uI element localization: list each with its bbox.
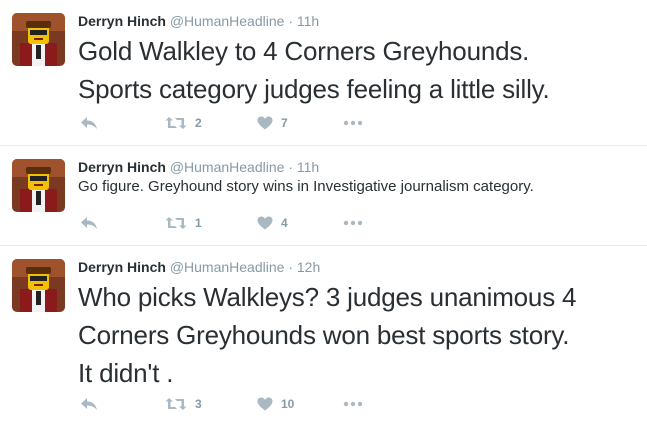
- retweet-icon: [165, 116, 187, 130]
- reply-icon: [80, 116, 98, 130]
- avatar[interactable]: [12, 13, 65, 66]
- timestamp[interactable]: 11h: [297, 13, 319, 29]
- more-button[interactable]: [343, 394, 363, 414]
- author-fullname[interactable]: Derryn Hinch: [78, 259, 166, 275]
- reply-button[interactable]: [80, 394, 98, 414]
- tweet-text: Gold Walkley to 4 Corners Greyhounds. Sp…: [78, 32, 550, 108]
- separator-dot: ·: [288, 159, 293, 175]
- like-count: 4: [281, 216, 288, 230]
- avatar[interactable]: [12, 159, 65, 212]
- author-screenname[interactable]: @HumanHeadline: [170, 159, 285, 175]
- author-screenname[interactable]: @HumanHeadline: [170, 13, 285, 29]
- retweet-count: 1: [195, 216, 202, 230]
- more-button[interactable]: [343, 113, 363, 133]
- like-button[interactable]: 10: [257, 394, 294, 414]
- tweet-text-line: Who picks Walkleys? 3 judges unanimous 4: [78, 282, 577, 312]
- more-icon: [343, 120, 363, 126]
- separator-dot: ·: [288, 13, 293, 29]
- tweet-actions: 3 10: [80, 394, 400, 414]
- tweet-text-line: Sports category judges feeling a little …: [78, 74, 550, 104]
- separator-dot: ·: [288, 259, 293, 275]
- heart-icon: [257, 116, 273, 130]
- tweet[interactable]: Derryn Hinch @HumanHeadline · 11h Gold W…: [0, 0, 647, 146]
- like-count: 10: [281, 397, 295, 411]
- tweet-text-line: Gold Walkley to 4 Corners Greyhounds.: [78, 36, 530, 66]
- tweet-text-line: Go figure. Greyhound story wins in Inves…: [78, 178, 534, 195]
- heart-icon: [257, 216, 273, 230]
- retweet-icon: [165, 216, 187, 230]
- tweet-text: Who picks Walkleys? 3 judges unanimous 4…: [78, 278, 576, 392]
- author-fullname[interactable]: Derryn Hinch: [78, 159, 166, 175]
- more-icon: [343, 401, 363, 407]
- retweet-button[interactable]: 3: [165, 394, 202, 414]
- tweet-header: Derryn Hinch @HumanHeadline · 12h: [78, 259, 320, 275]
- tweet[interactable]: Derryn Hinch @HumanHeadline · 12h Who pi…: [0, 246, 647, 427]
- like-button[interactable]: 7: [257, 113, 288, 133]
- avatar[interactable]: [12, 259, 65, 312]
- tweet-actions: 2 7: [80, 113, 400, 133]
- reply-icon: [80, 216, 98, 230]
- retweet-count: 2: [195, 116, 202, 130]
- retweet-button[interactable]: 1: [165, 213, 202, 233]
- tweet-text-line: It didn't .: [78, 358, 174, 388]
- author-screenname[interactable]: @HumanHeadline: [170, 259, 285, 275]
- tweet-text: Go figure. Greyhound story wins in Inves…: [78, 176, 534, 198]
- more-icon: [343, 220, 363, 226]
- timestamp[interactable]: 11h: [297, 159, 319, 175]
- like-button[interactable]: 4: [257, 213, 288, 233]
- more-button[interactable]: [343, 213, 363, 233]
- tweet-timeline: Derryn Hinch @HumanHeadline · 11h Gold W…: [0, 0, 647, 427]
- reply-icon: [80, 397, 98, 411]
- timestamp[interactable]: 12h: [297, 259, 320, 275]
- retweet-count: 3: [195, 397, 202, 411]
- reply-button[interactable]: [80, 213, 98, 233]
- author-fullname[interactable]: Derryn Hinch: [78, 13, 166, 29]
- retweet-button[interactable]: 2: [165, 113, 202, 133]
- tweet-text-line: Corners Greyhounds won best sports story…: [78, 320, 570, 350]
- tweet-header: Derryn Hinch @HumanHeadline · 11h: [78, 13, 319, 29]
- tweet[interactable]: Derryn Hinch @HumanHeadline · 11h Go fig…: [0, 146, 647, 246]
- retweet-icon: [165, 397, 187, 411]
- heart-icon: [257, 397, 273, 411]
- tweet-header: Derryn Hinch @HumanHeadline · 11h: [78, 159, 319, 175]
- reply-button[interactable]: [80, 113, 98, 133]
- tweet-actions: 1 4: [80, 213, 400, 233]
- like-count: 7: [281, 116, 288, 130]
